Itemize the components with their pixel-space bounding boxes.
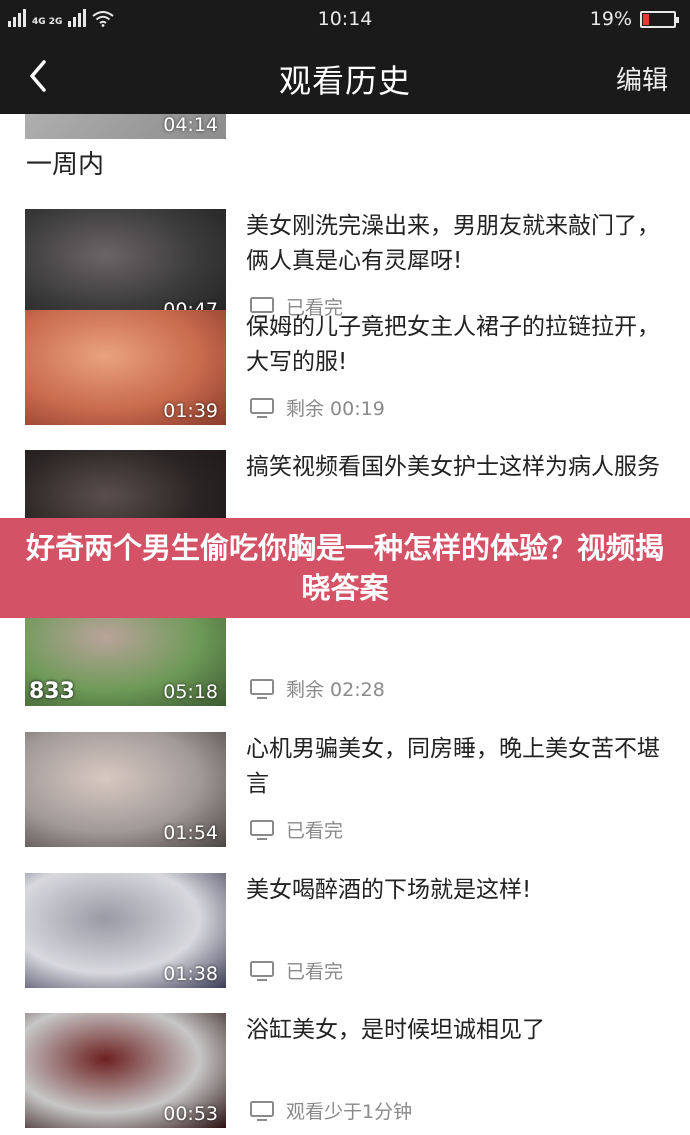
watch-status-text: 已看完 xyxy=(286,961,344,983)
watch-status-text: 已看完 xyxy=(286,820,344,842)
video-thumbnail[interactable]: 01:39 xyxy=(25,310,226,425)
duration-label: 04:14 xyxy=(163,114,218,136)
battery-icon xyxy=(640,10,679,28)
list-item[interactable]: 01:54 心机男骗美女，同房睡，晚上美女苦不堪言已看完 xyxy=(0,732,690,872)
banner-text: 好奇两个男生偷吃你胸是一种怎样的体验？视频揭晓答案 xyxy=(25,531,664,605)
video-title[interactable]: 美女刚洗完澡出来，男朋友就来敲门了，俩人真是心有灵犀呀! xyxy=(246,209,676,279)
video-thumbnail[interactable]: 00:47 xyxy=(25,209,226,324)
video-title[interactable]: 心机男骗美女，同房睡，晚上美女苦不堪言 xyxy=(246,732,676,802)
duration-label: 00:53 xyxy=(163,1103,218,1125)
tv-icon xyxy=(250,819,274,840)
video-title[interactable]: 搞笑视频看国外美女护士这样为病人服务 xyxy=(246,450,676,485)
duration-label: 05:18 xyxy=(163,681,218,703)
tv-icon xyxy=(250,960,274,981)
promo-banner[interactable]: 好奇两个男生偷吃你胸是一种怎样的体验？视频揭晓答案 xyxy=(0,518,690,618)
status-bar: 4G 2G 10:14 19% xyxy=(0,0,690,38)
watch-status-text: 观看少于1分钟 xyxy=(286,1101,413,1123)
tv-icon xyxy=(250,397,274,418)
tv-icon xyxy=(250,678,274,699)
video-thumbnail[interactable]: 00:53 xyxy=(25,1013,226,1128)
duration-label: 01:38 xyxy=(163,963,218,985)
section-title-week: 一周内 xyxy=(26,144,115,181)
video-title[interactable]: 美女喝醉酒的下场就是这样! xyxy=(246,873,676,908)
list-item[interactable]: 00:53 浴缸美女，是时候坦诚相见了观看少于1分钟 xyxy=(0,1013,690,1135)
video-thumbnail[interactable]: 01:38 xyxy=(25,873,226,988)
watch-status: 剩余 02:28 xyxy=(250,675,385,702)
video-title[interactable]: 浴缸美女，是时候坦诚相见了 xyxy=(246,1013,676,1048)
tv-icon xyxy=(250,1100,274,1121)
watch-status: 观看少于1分钟 xyxy=(250,1097,412,1124)
video-title[interactable]: 保姆的儿子竟把女主人裙子的拉链拉开，大写的服! xyxy=(246,310,676,380)
duration-label: 01:39 xyxy=(163,400,218,422)
battery-fill xyxy=(643,13,650,25)
list-item[interactable]: 01:39 保姆的儿子竟把女主人裙子的拉链拉开，大写的服! 剩余 00:19 xyxy=(0,310,690,450)
nav-bar: 观看历史 编辑 xyxy=(0,38,690,114)
battery-percent: 19% xyxy=(589,8,632,30)
watch-status-text: 剩余 02:28 xyxy=(286,679,385,701)
clock: 10:14 xyxy=(317,8,373,30)
page-title: 观看历史 xyxy=(278,62,411,100)
video-thumbnail[interactable]: 04:14 xyxy=(25,114,226,139)
watch-status: 已看完 xyxy=(250,816,343,843)
watch-status-text: 剩余 00:19 xyxy=(286,398,385,420)
history-list: 04:14 一周内 00:47 美女刚洗完澡出来，男朋友就来敲门了，俩人真是心有灵… xyxy=(0,114,690,1135)
list-item[interactable]: 01:38 美女喝醉酒的下场就是这样! 已看完 xyxy=(0,873,690,1013)
duration-label: 01:54 xyxy=(163,822,218,844)
thumbnail-badge: 833 xyxy=(29,679,75,704)
watch-status: 已看完 xyxy=(250,957,343,984)
battery-group: 19% xyxy=(589,8,679,30)
edit-button[interactable]: 编辑 xyxy=(616,60,668,97)
watch-status: 剩余 00:19 xyxy=(250,394,385,421)
video-thumbnail[interactable]: 01:54 xyxy=(25,732,226,847)
